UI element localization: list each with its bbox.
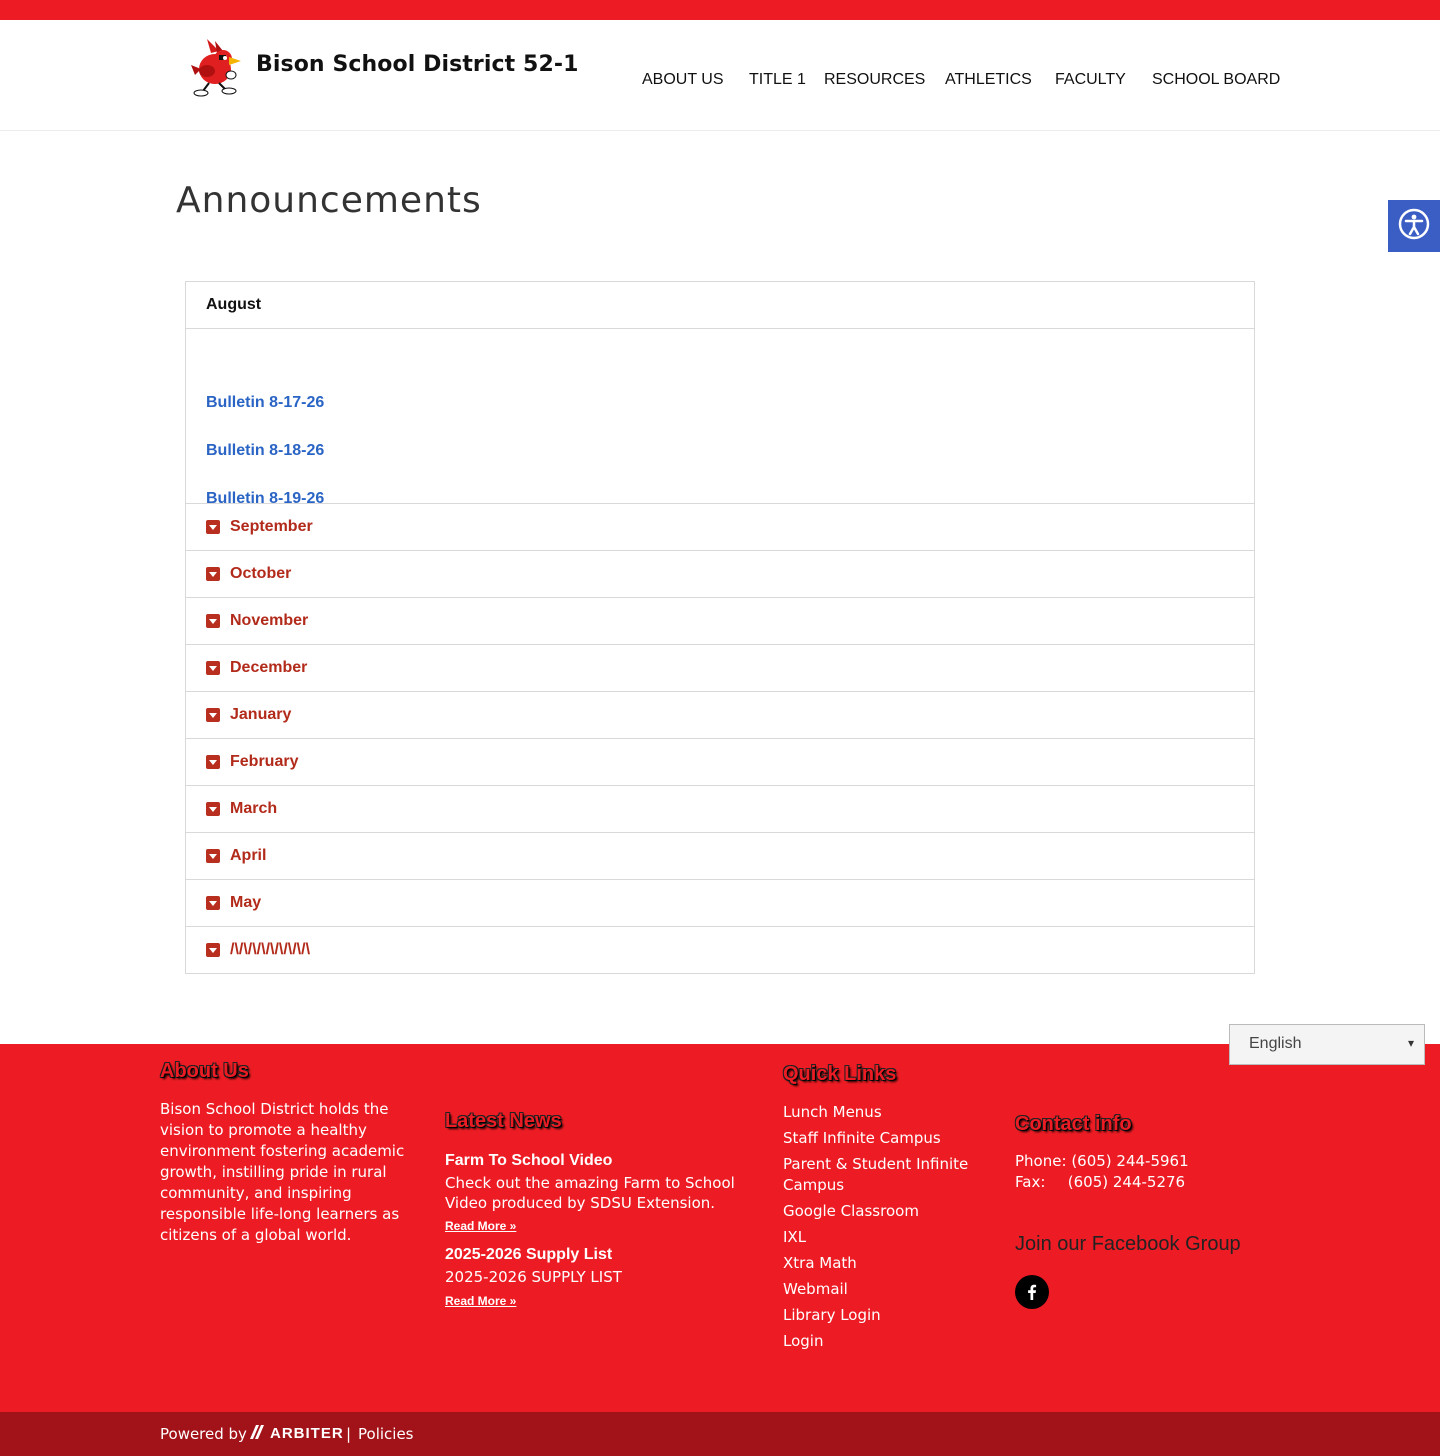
caret-down-icon [206, 708, 220, 722]
accordion-label: October [230, 565, 292, 582]
quick-link[interactable]: Login [783, 1331, 823, 1352]
accordion-header-september[interactable]: September [186, 504, 1254, 551]
nav-faculty[interactable]: FACULTY [1055, 71, 1126, 89]
accordion-label: March [230, 800, 278, 817]
accordion-label: April [230, 847, 267, 864]
accordion-panel-august: Bulletin 8-17-26 Bulletin 8-18-26 Bullet… [186, 329, 1254, 507]
accessibility-toolbar-button[interactable] [1388, 200, 1440, 252]
language-select[interactable]: English ▾ [1229, 1024, 1425, 1065]
accordion-label: January [230, 706, 292, 723]
phone-number: (605) 244-5961 [1071, 1152, 1189, 1170]
accordion-header-december[interactable]: December [186, 645, 1254, 692]
accordion-header-misc[interactable]: /\/\/\/\/\/\/\/\/\ [186, 927, 1254, 973]
quick-link[interactable]: Lunch Menus [783, 1102, 882, 1123]
caret-down-icon [206, 849, 220, 863]
announcements-accordion: August Bulletin 8-17-26 Bulletin 8-18-26… [185, 281, 1255, 974]
accordion-header-august[interactable]: August [186, 282, 1254, 329]
footer-about-text: Bison School District holds the vision t… [160, 1100, 405, 1244]
facebook-icon[interactable] [1015, 1275, 1049, 1309]
nav-title-1[interactable]: TITLE 1 [749, 71, 806, 89]
accordion-label: /\/\/\/\/\/\/\/\/\ [230, 941, 311, 958]
footer-quick-links-heading: Quick Links [783, 1063, 897, 1085]
quick-link[interactable]: Xtra Math [783, 1253, 857, 1274]
caret-down-icon [206, 614, 220, 628]
accordion-label: February [230, 753, 299, 770]
bulletin-link[interactable]: Bulletin 8-18-26 [206, 442, 324, 460]
policies-link[interactable]: Policies [358, 1425, 413, 1443]
accordion-header-may[interactable]: May [186, 880, 1254, 927]
quick-link[interactable]: Staff Infinite Campus [783, 1128, 941, 1149]
accordion-header-november[interactable]: November [186, 598, 1254, 645]
top-accent-bar [0, 0, 1440, 20]
accordion-header-october[interactable]: October [186, 551, 1254, 598]
powered-by-bar: Powered by ARBITER | Policies [0, 1412, 1440, 1456]
footer-contact-heading: Contact info [1015, 1113, 1132, 1135]
nav-school-board[interactable]: SCHOOL BOARD [1152, 71, 1280, 89]
nav-athletics[interactable]: ATHLETICS [945, 71, 1032, 89]
quick-link[interactable]: Google Classroom [783, 1201, 919, 1222]
quick-link[interactable]: Webmail [783, 1279, 848, 1300]
language-selected-value: English [1249, 1035, 1302, 1052]
accordion-header-january[interactable]: January [186, 692, 1254, 739]
news-summary: 2025-2026 SUPPLY LIST [445, 1268, 622, 1286]
contact-phone-row: Phone: (605) 244-5961 [1015, 1151, 1189, 1172]
accordion-header-april[interactable]: April [186, 833, 1254, 880]
site-footer: About Us Bison School District holds the… [0, 1044, 1440, 1412]
news-title-link[interactable]: Farm To School Video [445, 1152, 612, 1170]
quick-link[interactable]: IXL [783, 1227, 806, 1248]
accordion-header-march[interactable]: March [186, 786, 1254, 833]
footer-about-heading: About Us [160, 1060, 249, 1082]
powered-by-text: Powered by [160, 1425, 247, 1443]
caret-down-icon [206, 896, 220, 910]
chevron-down-icon: ▾ [1407, 1036, 1414, 1050]
phone-label: Phone: [1015, 1152, 1067, 1170]
nav-resources[interactable]: RESOURCES [824, 71, 925, 89]
footer-news-heading: Latest News [445, 1110, 562, 1132]
caret-down-icon [206, 567, 220, 581]
news-summary: Check out the amazing Farm to School Vid… [445, 1174, 735, 1212]
separator: | [346, 1425, 352, 1443]
site-header: Bison School District 52-1 ABOUT US TITL… [0, 20, 1440, 131]
accordion-label: November [230, 612, 309, 629]
quick-link[interactable]: Parent & Student Infinite Campus [783, 1154, 983, 1196]
accordion-label: May [230, 894, 262, 911]
caret-down-icon [206, 802, 220, 816]
accordion-header-february[interactable]: February [186, 739, 1254, 786]
contact-fax-row: Fax: (605) 244-5276 [1015, 1172, 1185, 1193]
caret-down-icon [206, 520, 220, 534]
fax-number: (605) 244-5276 [1067, 1173, 1186, 1191]
arbiter-brand[interactable]: ARBITER [270, 1425, 344, 1442]
facebook-group-heading: Join our Facebook Group [1015, 1233, 1241, 1255]
bulletin-link[interactable]: Bulletin 8-19-26 [206, 490, 324, 508]
quick-link[interactable]: Library Login [783, 1305, 881, 1326]
nav-about-us[interactable]: ABOUT US [642, 71, 724, 89]
caret-down-icon [206, 661, 220, 675]
bulletin-link[interactable]: Bulletin 8-17-26 [206, 394, 324, 412]
page-title: Announcements [176, 180, 482, 221]
caret-down-icon [206, 755, 220, 769]
caret-down-icon [206, 943, 220, 957]
news-title-link[interactable]: 2025-2026 Supply List [445, 1246, 612, 1264]
arbiter-logo-icon [248, 1423, 266, 1445]
accordion-label: December [230, 659, 308, 676]
main-nav: ABOUT US TITLE 1 RESOURCES ATHLETICS FAC… [0, 71, 1440, 93]
accordion-label: September [230, 518, 313, 535]
accessibility-icon [1398, 208, 1430, 245]
read-more-link[interactable]: Read More » [445, 1219, 516, 1233]
read-more-link[interactable]: Read More » [445, 1294, 516, 1308]
fax-label: Fax: [1015, 1173, 1046, 1191]
